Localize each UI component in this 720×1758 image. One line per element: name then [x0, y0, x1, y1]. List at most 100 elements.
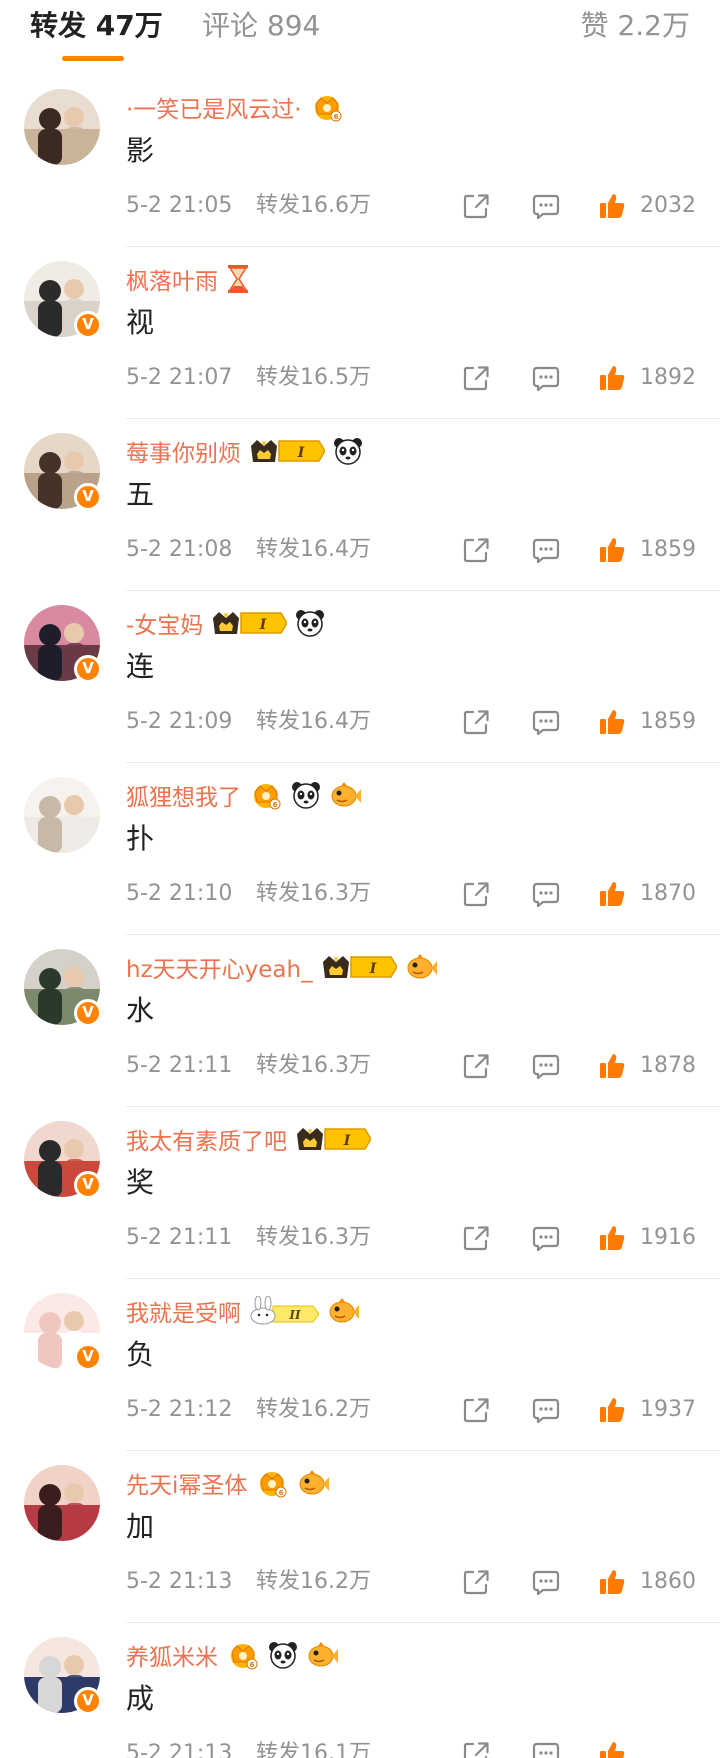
list-item[interactable]: V 养狐米米 6 成 5-2 21:13 转发16.1万 — [0, 1623, 720, 1758]
thumbs-up-icon[interactable] — [598, 880, 626, 908]
list-item[interactable]: V 莓事你别烦 I 五 5-2 21:08 转发16.4万 1859 — [0, 419, 720, 591]
comment-icon[interactable] — [532, 536, 560, 564]
user-row: 莓事你别烦 I — [126, 433, 363, 469]
timestamp: 5-2 21:11 — [126, 1225, 233, 1250]
comment-icon[interactable] — [532, 1740, 560, 1758]
avatar[interactable]: V — [24, 1637, 102, 1715]
meta-row: 5-2 21:07 转发16.5万 1892 — [126, 361, 696, 395]
svg-text:I: I — [368, 961, 376, 977]
user-row: ·一笑已是风云过· 6 — [126, 89, 344, 125]
user-row: 狐狸想我了 6 — [126, 777, 361, 813]
timestamp: 5-2 21:13 — [126, 1569, 233, 1594]
username[interactable]: 狐狸想我了 — [126, 778, 241, 812]
username[interactable]: 先天i幂圣体 — [126, 1466, 247, 1500]
username[interactable]: 我太有素质了吧 — [126, 1122, 287, 1156]
tab-reposts[interactable]: 转发 47万 — [30, 8, 163, 44]
tab-likes[interactable]: 赞 2.2万 — [581, 8, 690, 44]
comment-icon[interactable] — [532, 1396, 560, 1424]
avatar[interactable]: V — [24, 261, 102, 339]
comment-icon[interactable] — [532, 708, 560, 736]
comment-icon[interactable] — [532, 1224, 560, 1252]
like-count: 1916 — [640, 1225, 696, 1250]
repost-count: 转发16.3万 — [256, 881, 371, 906]
avatar[interactable]: V — [24, 1121, 102, 1199]
username[interactable]: 养狐米米 — [126, 1638, 218, 1672]
username[interactable]: 我就是受啊 — [126, 1294, 241, 1328]
comment-icon[interactable] — [532, 880, 560, 908]
username[interactable]: 枫落叶雨 — [126, 262, 218, 296]
svg-text:I: I — [297, 445, 305, 461]
repost-count: 转发16.6万 — [256, 193, 371, 218]
thumbs-up-icon[interactable] — [598, 1568, 626, 1596]
repost-list: ·一笑已是风云过· 6 影 5-2 21:05 转发16.6万 2032 V 枫落叶雨视 5-2… — [0, 75, 720, 1758]
panda-badge-icon — [260, 1640, 298, 1670]
list-item[interactable]: V 我太有素质了吧 I 奖 5-2 21:11 转发16.3万 1916 — [0, 1107, 720, 1279]
username[interactable]: ·一笑已是风云过· — [126, 90, 302, 124]
avatar[interactable]: V — [24, 605, 102, 683]
comment-icon[interactable] — [532, 1052, 560, 1080]
share-icon[interactable] — [462, 364, 490, 392]
list-item[interactable]: 狐狸想我了 6 扑 5-2 21:10 转发16.3万 1870 — [0, 763, 720, 935]
thumbs-up-icon[interactable] — [598, 536, 626, 564]
fish-badge-icon — [321, 781, 361, 809]
thumbs-up-icon[interactable] — [598, 1224, 626, 1252]
avatar[interactable]: V — [24, 1293, 102, 1371]
share-icon[interactable] — [462, 536, 490, 564]
share-icon[interactable] — [462, 708, 490, 736]
username[interactable]: -女宝妈 — [126, 606, 203, 640]
repost-text: 五 — [126, 478, 155, 511]
list-item[interactable]: V 枫落叶雨视 5-2 21:07 转发16.5万 1892 — [0, 247, 720, 419]
comment-icon[interactable] — [532, 364, 560, 392]
verified-v-icon: V — [74, 655, 102, 683]
crown-level-1-badge-icon: I — [287, 1124, 371, 1154]
username[interactable]: 莓事你别烦 — [126, 434, 241, 468]
meta-row: 5-2 21:10 转发16.3万 1870 — [126, 877, 696, 911]
thumbs-up-icon[interactable] — [598, 1740, 626, 1758]
user-row: hz天天开心yeah_ I — [126, 949, 437, 985]
svg-text:6: 6 — [333, 113, 338, 121]
crown-6-badge-icon: 6 — [241, 780, 283, 810]
comment-icon[interactable] — [532, 192, 560, 220]
share-icon[interactable] — [462, 1740, 490, 1758]
list-item[interactable]: Vhz天天开心yeah_ I 水 5-2 21:11 转发16.3万 1878 — [0, 935, 720, 1107]
timestamp: 5-2 21:13 — [126, 1741, 233, 1758]
share-icon[interactable] — [462, 1568, 490, 1596]
meta-row: 5-2 21:09 转发16.4万 1859 — [126, 705, 696, 739]
thumbs-up-icon[interactable] — [598, 708, 626, 736]
list-item[interactable]: V 我就是受啊 II 负 5-2 21:12 转发16.2万 1937 — [0, 1279, 720, 1451]
repost-count: 转发16.4万 — [256, 537, 371, 562]
repost-text: 影 — [126, 134, 155, 167]
thumbs-up-icon[interactable] — [598, 1396, 626, 1424]
repost-count: 转发16.1万 — [256, 1741, 371, 1758]
avatar[interactable]: V — [24, 949, 102, 1027]
share-icon[interactable] — [462, 1052, 490, 1080]
thumbs-up-icon[interactable] — [598, 192, 626, 220]
crown-6-badge-icon: 6 — [302, 92, 344, 122]
fish-badge-icon — [298, 1641, 338, 1669]
list-item[interactable]: 先天i幂圣体 6 加 5-2 21:13 转发16.2万 1860 — [0, 1451, 720, 1623]
thumbs-up-icon[interactable] — [598, 364, 626, 392]
avatar[interactable] — [24, 777, 100, 853]
meta-row: 5-2 21:08 转发16.4万 1859 — [126, 533, 696, 567]
share-icon[interactable] — [462, 192, 490, 220]
crown-6-badge-icon: 6 — [218, 1640, 260, 1670]
share-icon[interactable] — [462, 1396, 490, 1424]
repost-text: 视 — [126, 306, 155, 339]
svg-text:6: 6 — [279, 1489, 284, 1497]
avatar[interactable]: V — [24, 433, 102, 511]
svg-text:II: II — [288, 1308, 301, 1322]
avatar[interactable] — [24, 89, 100, 165]
username[interactable]: hz天天开心yeah_ — [126, 950, 313, 984]
fish-badge-icon — [319, 1297, 359, 1325]
avatar[interactable] — [24, 1465, 100, 1541]
share-icon[interactable] — [462, 880, 490, 908]
meta-row: 5-2 21:05 转发16.6万 2032 — [126, 189, 696, 223]
thumbs-up-icon[interactable] — [598, 1052, 626, 1080]
comment-icon[interactable] — [532, 1568, 560, 1596]
meta-row: 5-2 21:11 转发16.3万 1916 — [126, 1221, 696, 1255]
share-icon[interactable] — [462, 1224, 490, 1252]
list-item[interactable]: V -女宝妈 I 连 5-2 21:09 转发16.4万 1859 — [0, 591, 720, 763]
tab-comments[interactable]: 评论 894 — [202, 8, 320, 44]
repost-count: 转发16.5万 — [256, 365, 371, 390]
list-item[interactable]: ·一笑已是风云过· 6 影 5-2 21:05 转发16.6万 2032 — [0, 75, 720, 247]
